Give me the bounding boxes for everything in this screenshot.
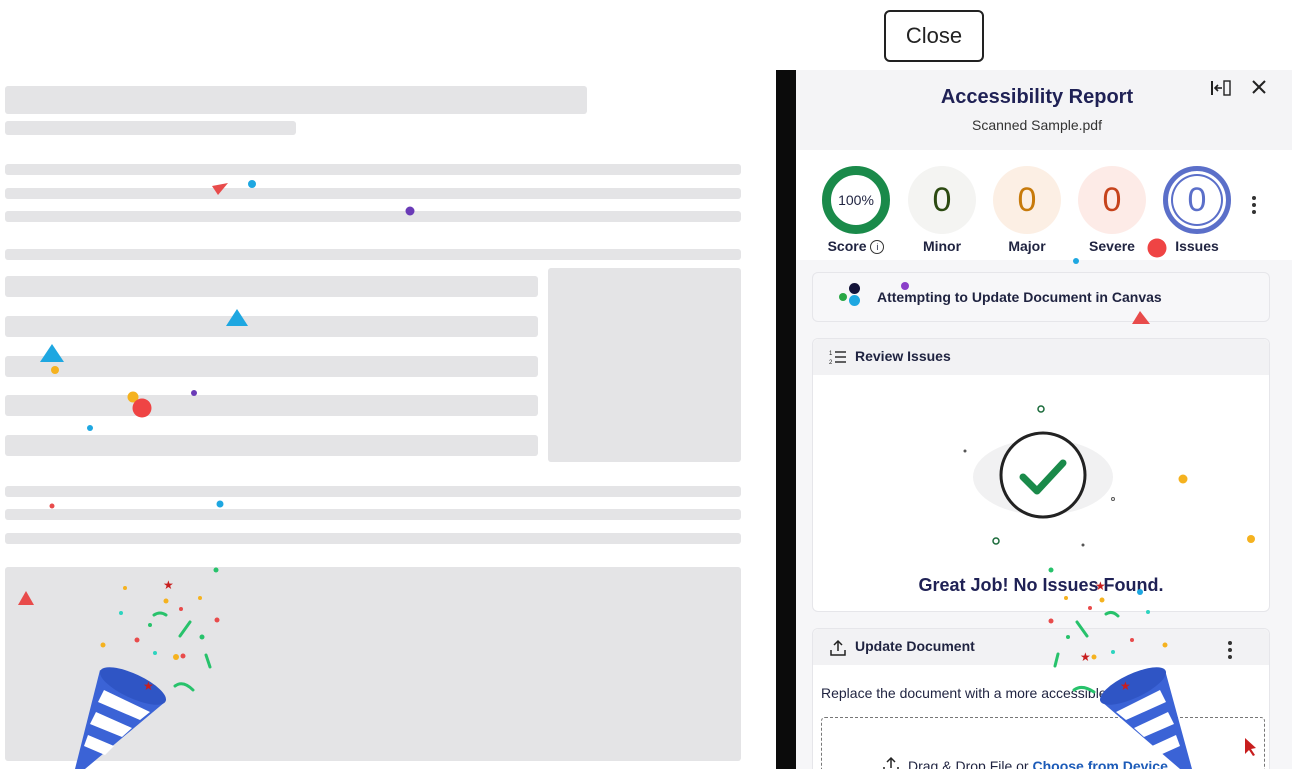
skeleton-line <box>5 509 741 520</box>
close-button[interactable]: Close <box>884 10 984 62</box>
svg-text:1: 1 <box>829 351 833 357</box>
update-document-title: Update Document <box>855 638 975 654</box>
skeleton-line <box>5 188 741 199</box>
panel-header: Accessibility Report Scanned Sample.pdf <box>796 70 1292 150</box>
skeleton-line <box>5 249 741 260</box>
minor-count[interactable]: 0 <box>908 166 976 234</box>
no-issues-message: Great Job! No Issues Found. <box>918 575 1164 595</box>
score-ring[interactable]: 100% <box>822 166 890 234</box>
issues-label: Issues <box>1175 238 1219 254</box>
score-label: Score i <box>811 238 901 255</box>
skeleton-row <box>5 356 538 377</box>
major-count[interactable]: 0 <box>993 166 1061 234</box>
skeleton-row <box>5 316 538 337</box>
skeleton-subtitle <box>5 121 296 135</box>
major-label: Major <box>1008 238 1046 254</box>
skeleton-line <box>5 164 741 175</box>
review-issues-card: 12 Review Issues Great Job! No Issues Fo… <box>812 338 1270 612</box>
status-banner: Attempting to Update Document in Canvas <box>812 272 1270 322</box>
skeleton-title <box>5 86 587 114</box>
update-description: Replace the document with a more accessi… <box>821 685 1160 701</box>
skeleton-image <box>548 268 741 462</box>
close-icon[interactable] <box>1250 78 1268 102</box>
review-issues-title: Review Issues <box>855 348 951 364</box>
document-preview <box>0 70 776 769</box>
svg-text:2: 2 <box>829 360 833 365</box>
skeleton-row <box>5 435 538 456</box>
skeleton-line <box>5 486 741 497</box>
skeleton-row <box>5 395 538 416</box>
skeleton-line <box>5 533 741 544</box>
skeleton-block <box>5 567 741 761</box>
upload-icon <box>829 639 847 662</box>
loading-icon <box>839 283 863 309</box>
minor-label: Minor <box>922 238 962 254</box>
drop-text: Drag & Drop File or <box>908 758 1033 769</box>
upload-icon <box>882 756 900 769</box>
collapse-panel-icon[interactable] <box>1210 78 1232 104</box>
severe-count[interactable]: 0 <box>1078 166 1146 234</box>
numbered-list-icon: 12 <box>829 349 847 370</box>
choose-from-device-link[interactable]: Choose from Device <box>1032 758 1167 769</box>
update-options-icon[interactable] <box>1228 641 1232 659</box>
info-icon[interactable]: i <box>870 240 885 255</box>
more-options-icon[interactable] <box>1252 196 1256 214</box>
file-name: Scanned Sample.pdf <box>972 117 1102 133</box>
issues-count[interactable]: 0 <box>1163 166 1231 234</box>
severe-label: Severe <box>1089 238 1135 254</box>
update-document-card: Update Document Replace the document wit… <box>812 628 1270 769</box>
panel-divider[interactable] <box>776 70 796 769</box>
score-value: 100% <box>838 192 874 208</box>
status-text: Attempting to Update Document in Canvas <box>877 289 1162 305</box>
stats-row: 100% Score i 0 Minor 0 Major 0 Severe 0 … <box>796 150 1292 260</box>
update-document-header[interactable]: Update Document <box>813 629 1269 665</box>
review-issues-header[interactable]: 12 Review Issues <box>813 339 1269 375</box>
file-drop-zone[interactable]: Drag & Drop File or Choose from Device <box>821 717 1265 769</box>
accessibility-panel: Accessibility Report Scanned Sample.pdf … <box>796 70 1292 769</box>
panel-title: Accessibility Report <box>940 86 1134 108</box>
success-illustration <box>943 395 1143 555</box>
skeleton-row <box>5 276 538 297</box>
skeleton-line <box>5 211 741 222</box>
